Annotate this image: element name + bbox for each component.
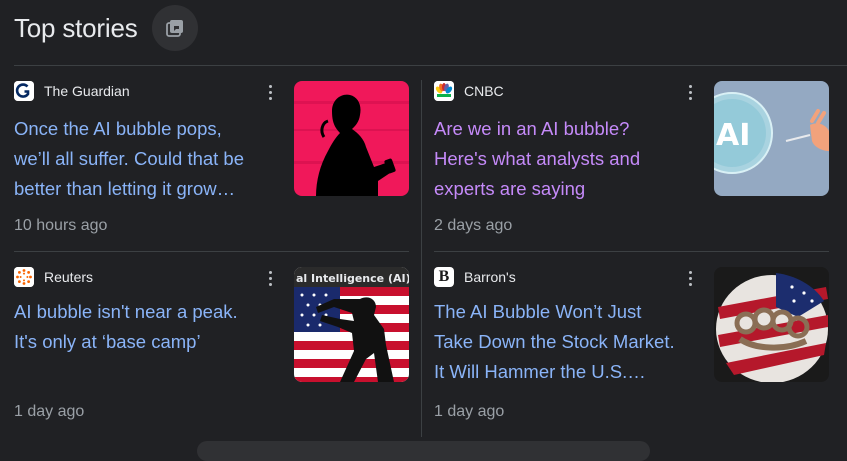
story-source[interactable]: CNBC	[434, 81, 504, 101]
headline-line: It Will Hammer the U.S.…	[434, 361, 646, 382]
story-headline[interactable]: The AI Bubble Won’t Just Take Down the S…	[434, 297, 675, 387]
svg-text:AI: AI	[716, 118, 750, 153]
source-name: CNBC	[464, 83, 504, 99]
story-headline[interactable]: Once the AI bubble pops, we’ll all suffe…	[14, 114, 244, 204]
source-name: Barron's	[464, 269, 516, 285]
headline-line: The AI Bubble Won’t Just	[434, 301, 642, 322]
top-stories-header: Top stories	[14, 0, 198, 56]
reuters-logo-icon	[14, 267, 34, 287]
story-card-guardian[interactable]: The Guardian Once the AI bubble pops, we…	[14, 81, 409, 241]
story-timestamp: 1 day ago	[14, 403, 85, 420]
guardian-logo-icon	[14, 81, 34, 101]
column-divider	[421, 80, 422, 437]
headline-line: It's only at ‘base camp’	[14, 331, 201, 352]
story-headline[interactable]: Are we in an AI bubble? Here's what anal…	[434, 114, 640, 204]
barrons-b-logo-icon: B	[434, 267, 454, 287]
story-headline[interactable]: AI bubble isn't near a peak. It's only a…	[14, 297, 238, 357]
story-card-reuters[interactable]: Reuters AI bubble isn't near a peak. It'…	[14, 267, 409, 427]
headline-line: Are we in an AI bubble?	[434, 118, 630, 139]
story-thumbnail[interactable]	[294, 81, 409, 196]
headline-line: experts are saying	[434, 178, 586, 199]
thumbnail-caption: al Intelligence (AI)	[296, 272, 409, 285]
row-divider-left	[14, 251, 409, 252]
headline-line: we’ll all suffer. Could that be	[14, 148, 245, 169]
headline-line: Once the AI bubble pops,	[14, 118, 222, 139]
row-divider-right	[434, 251, 829, 252]
section-title: Top stories	[14, 12, 138, 43]
headline-line: AI bubble isn't near a peak.	[14, 301, 238, 322]
source-name: Reuters	[44, 269, 94, 285]
story-timestamp: 2 days ago	[434, 217, 513, 234]
story-thumbnail[interactable]: al Intelligence (AI)	[294, 267, 409, 382]
barrons-logo-letter: B	[438, 268, 450, 285]
story-source[interactable]: Reuters	[14, 267, 93, 287]
more-options-icon[interactable]	[260, 81, 280, 103]
headline-line: Here's what analysts and	[434, 148, 641, 169]
headline-line: Take Down the Stock Market.	[434, 331, 675, 352]
feedback-icon	[165, 20, 183, 37]
headline-line: better than letting it grow…	[14, 178, 236, 199]
story-thumbnail[interactable]: AI	[714, 81, 829, 196]
more-news-button[interactable]	[197, 441, 650, 461]
cnbc-peacock-icon	[434, 81, 454, 101]
story-card-cnbc[interactable]: CNBC Are we in an AI bubble? Here's what…	[434, 81, 829, 241]
header-divider	[14, 65, 847, 66]
story-source[interactable]: B Barron's	[434, 267, 516, 287]
story-timestamp: 1 day ago	[434, 403, 505, 420]
more-options-icon[interactable]	[680, 267, 700, 289]
story-thumbnail[interactable]	[714, 267, 829, 382]
more-options-icon[interactable]	[260, 267, 280, 289]
story-timestamp: 10 hours ago	[14, 217, 108, 234]
source-name: The Guardian	[44, 83, 130, 99]
feedback-button[interactable]	[151, 5, 198, 51]
more-options-icon[interactable]	[680, 81, 700, 103]
story-source[interactable]: The Guardian	[14, 81, 130, 101]
story-card-barrons[interactable]: B Barron's The AI Bubble Won’t Just Take…	[434, 267, 829, 427]
